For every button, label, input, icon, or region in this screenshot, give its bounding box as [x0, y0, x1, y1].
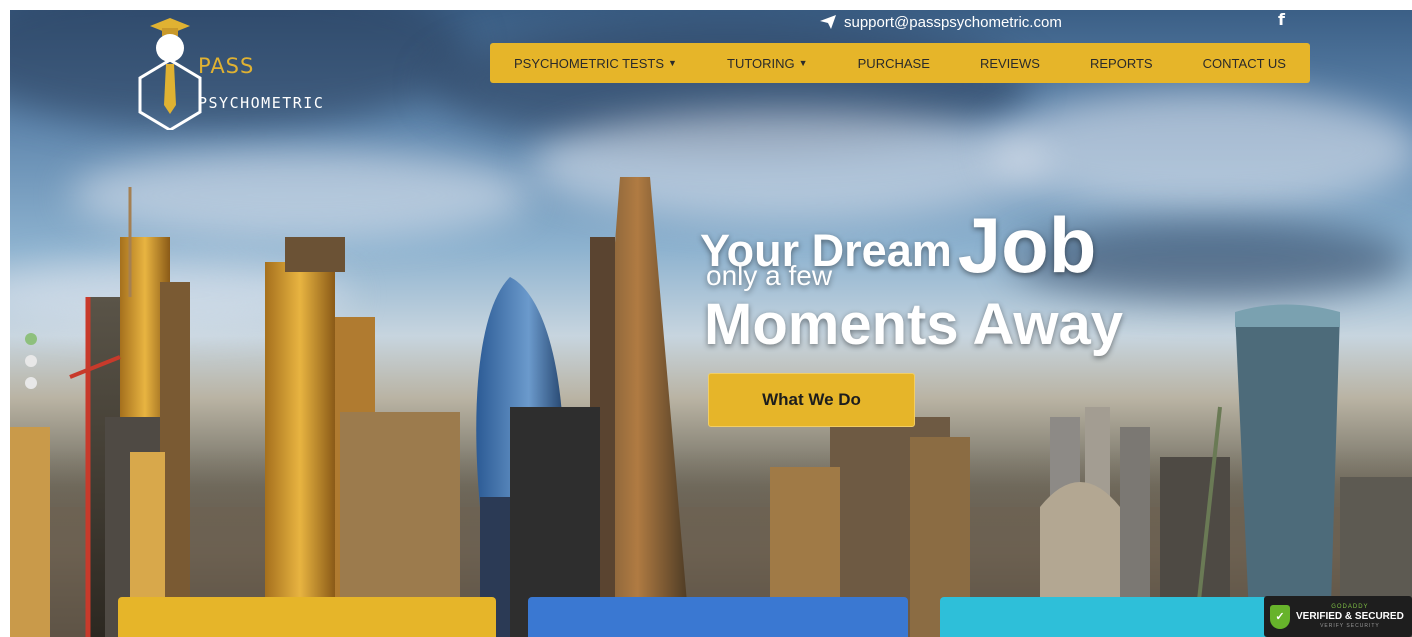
hero-line-2: only a few: [706, 260, 833, 291]
nav-label: PSYCHOMETRIC TESTS: [514, 55, 665, 71]
feature-card-3[interactable]: [940, 597, 1270, 637]
badge-main-text: VERIFIED & SECURED: [1296, 611, 1404, 622]
nav-item-reports[interactable]: REPORTS: [1090, 56, 1153, 71]
badge-top-text: GODADDY: [1331, 604, 1369, 610]
main-nav: PSYCHOMETRIC TESTS ▼ TUTORING ▼ PURCHASE…: [490, 43, 1310, 83]
support-email-text: support@passpsychometric.com: [844, 13, 1062, 31]
slider-dot-1[interactable]: [25, 333, 37, 345]
nav-label: PURCHASE: [857, 55, 930, 71]
nav-item-tutoring[interactable]: TUTORING ▼: [727, 56, 808, 71]
slider-dot-3[interactable]: [25, 377, 37, 389]
support-email-link[interactable]: support@passpsychometric.com: [820, 12, 1062, 32]
chevron-down-icon: ▼: [798, 58, 808, 68]
godaddy-verified-badge[interactable]: ✓ GODADDY VERIFIED & SECURED VERIFY SECU…: [1264, 596, 1412, 637]
nav-item-contact-us[interactable]: CONTACT US: [1203, 56, 1286, 71]
feature-card-1[interactable]: [118, 597, 496, 637]
hero-line-3: Moments Away: [704, 292, 1123, 357]
nav-label: REVIEWS: [979, 55, 1040, 71]
nav-label: REPORTS: [1089, 55, 1153, 71]
chevron-down-icon: ▼: [668, 58, 677, 68]
badge-text: GODADDY VERIFIED & SECURED VERIFY SECURI…: [1296, 604, 1404, 629]
what-we-do-button[interactable]: What We Do: [708, 373, 915, 427]
logo-text-psychometric: PSYCHOMETRIC: [198, 94, 325, 112]
badge-bottom-text: VERIFY SECURITY: [1320, 623, 1380, 629]
nav-label: CONTACT US: [1202, 55, 1286, 71]
slider-dot-2[interactable]: [25, 355, 37, 367]
nav-item-psychometric-tests[interactable]: PSYCHOMETRIC TESTS ▼: [514, 56, 677, 71]
nav-item-reviews[interactable]: REVIEWS: [980, 56, 1040, 71]
nav-item-purchase[interactable]: PURCHASE: [858, 56, 930, 71]
facebook-icon[interactable]: f: [1278, 10, 1285, 29]
hero-job: Job: [957, 201, 1097, 289]
paper-plane-icon: [820, 15, 836, 29]
nav-label: TUTORING: [727, 55, 795, 71]
feature-card-2[interactable]: [528, 597, 908, 637]
shield-icon: ✓: [1270, 604, 1290, 629]
logo-text-pass: PASS: [198, 54, 255, 78]
site-logo[interactable]: PASS PSYCHOMETRIC: [120, 10, 360, 130]
